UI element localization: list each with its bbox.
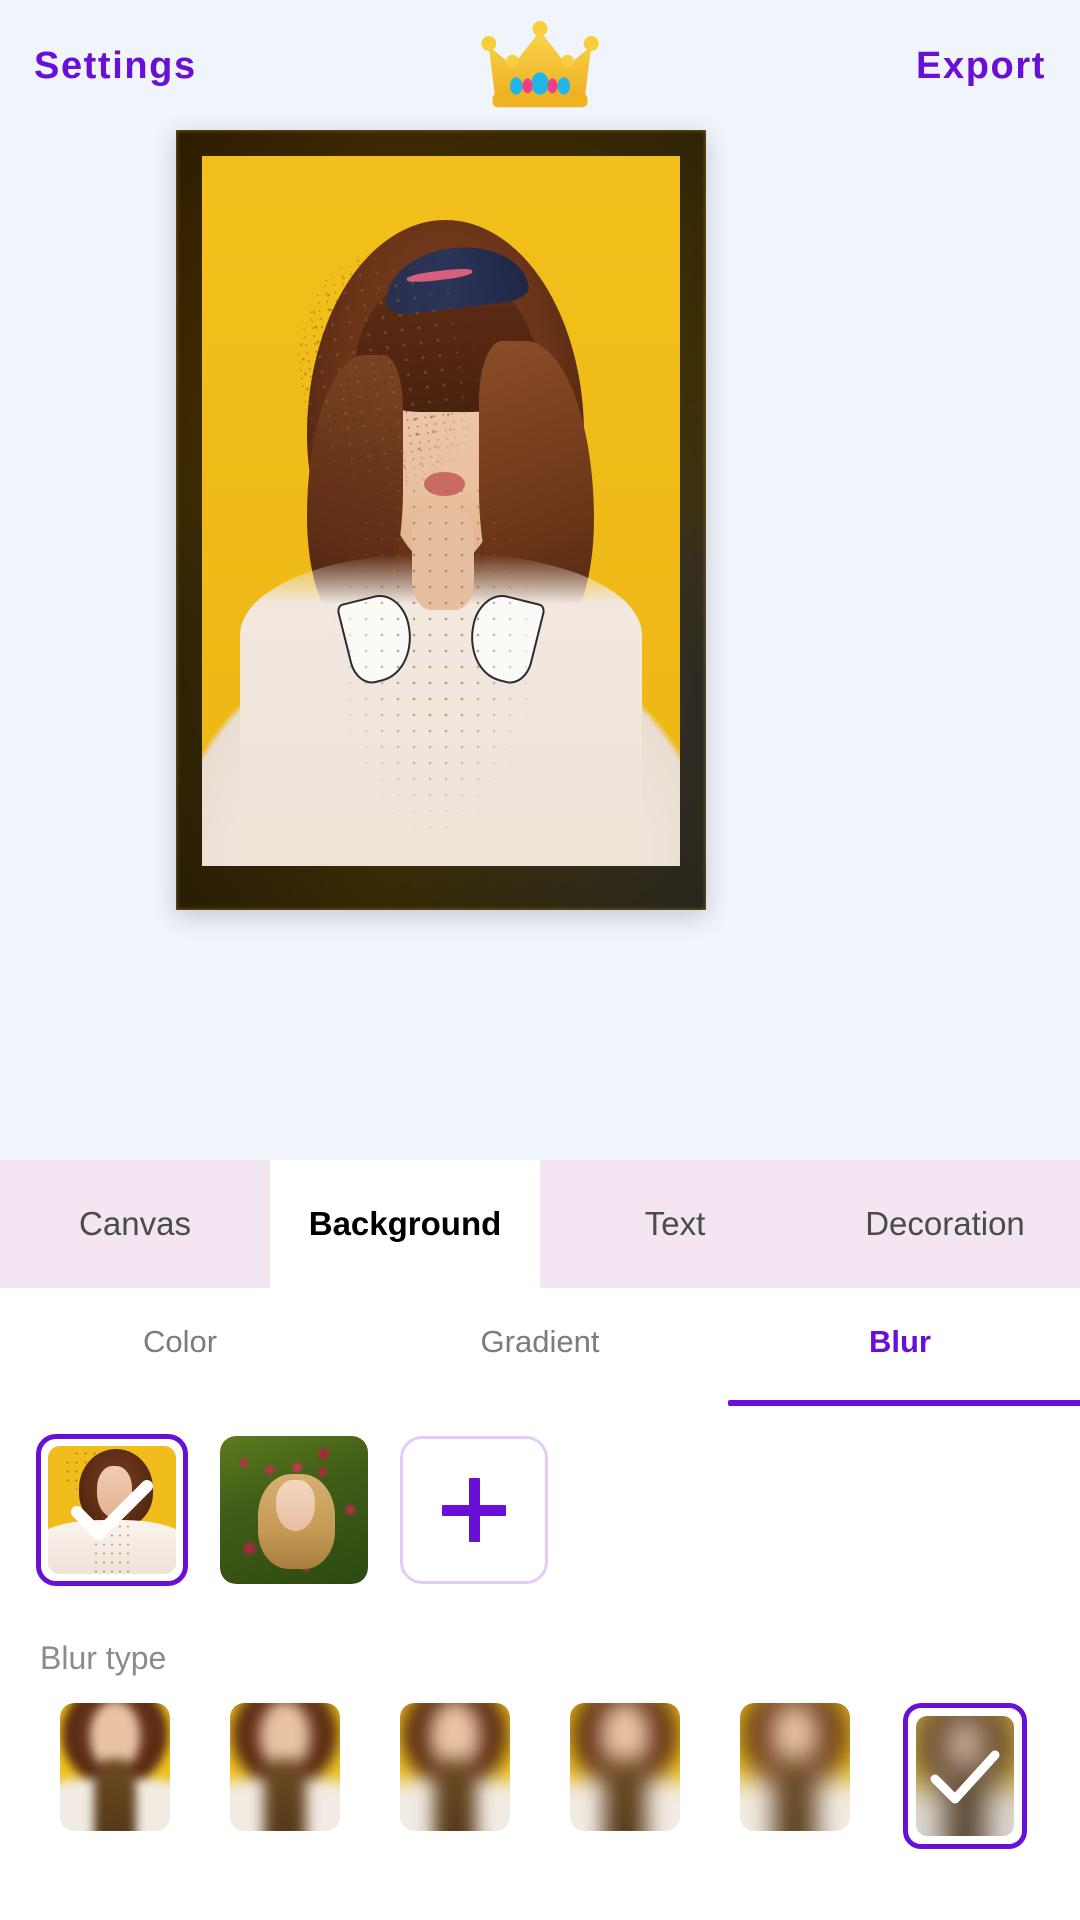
blur-type-row xyxy=(0,1677,1080,1849)
subtab-blur[interactable]: Blur xyxy=(720,1288,1080,1406)
background-panel: Color Gradient Blur Blur type xyxy=(0,1288,1080,1920)
blur-type-6[interactable] xyxy=(903,1703,1027,1849)
background-image-picker: + xyxy=(0,1406,1080,1586)
tab-decoration[interactable]: Decoration xyxy=(810,1160,1080,1288)
background-image-1[interactable] xyxy=(36,1434,188,1586)
background-image-1-thumbnail xyxy=(48,1446,176,1574)
blur-type-1[interactable] xyxy=(60,1703,170,1831)
tab-text[interactable]: Text xyxy=(540,1160,810,1288)
blur-type-4[interactable] xyxy=(570,1703,680,1831)
crown-icon xyxy=(475,16,605,116)
subtab-color[interactable]: Color xyxy=(0,1288,360,1406)
thumbnail-art-portrait-roses xyxy=(220,1436,368,1584)
photo-canvas[interactable] xyxy=(176,130,706,910)
background-subtabs: Color Gradient Blur xyxy=(0,1288,1080,1406)
app-root: Settings Export Canvas Background Text D… xyxy=(0,0,1080,1920)
export-button[interactable]: Export xyxy=(916,45,1046,88)
blur-type-3[interactable] xyxy=(400,1703,510,1831)
photo-dried-flowers-bouquet xyxy=(326,482,547,866)
app-header: Settings Export xyxy=(0,0,1080,132)
tab-canvas[interactable]: Canvas xyxy=(0,1160,270,1288)
canvas-stage xyxy=(0,130,1080,1160)
blur-type-5[interactable] xyxy=(740,1703,850,1831)
thumbnail-art-portrait-yellow xyxy=(48,1446,176,1574)
plus-icon: + xyxy=(442,1478,506,1542)
settings-button[interactable]: Settings xyxy=(34,45,197,88)
background-image-2-thumbnail xyxy=(220,1436,368,1584)
main-tabbar: Canvas Background Text Decoration xyxy=(0,1160,1080,1288)
subtab-gradient[interactable]: Gradient xyxy=(360,1288,720,1406)
blur-type-label: Blur type xyxy=(40,1640,167,1676)
tab-background[interactable]: Background xyxy=(270,1160,540,1288)
blur-type-2[interactable] xyxy=(230,1703,340,1831)
background-image-2[interactable] xyxy=(220,1436,368,1584)
canvas-photo[interactable] xyxy=(202,156,680,866)
add-image-button[interactable]: + xyxy=(400,1436,548,1584)
